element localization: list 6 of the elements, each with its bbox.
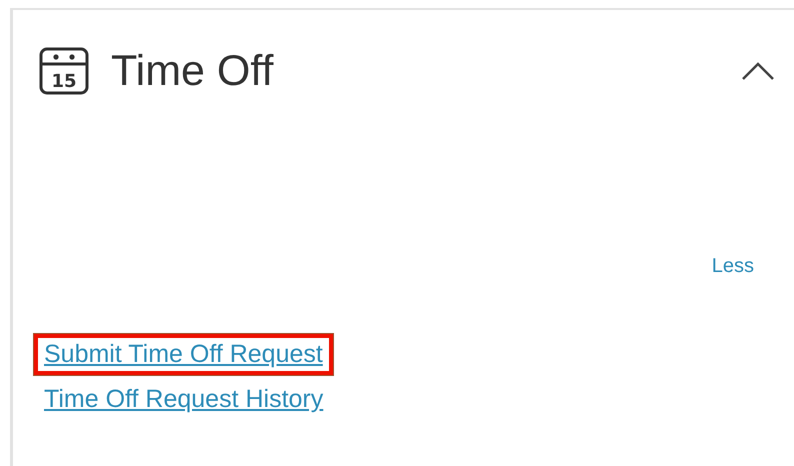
request-link[interactable]: Submit Time Off Request — [34, 334, 333, 375]
calendar-icon: 15 — [39, 47, 89, 95]
card-title: Time Off — [111, 46, 274, 96]
request-link[interactable]: Time Off Request History — [34, 379, 334, 420]
less-link[interactable]: Less — [712, 255, 754, 278]
collapse-chevron-icon[interactable] — [740, 60, 776, 82]
